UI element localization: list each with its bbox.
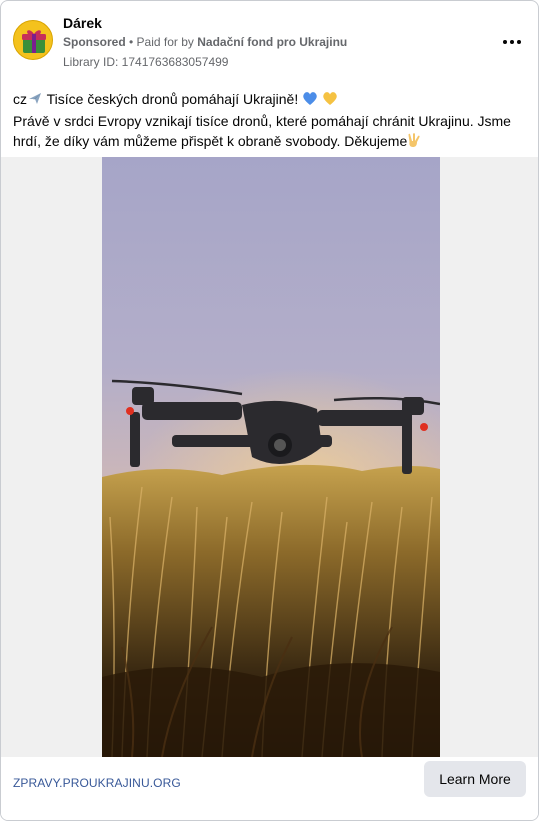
ad-headline: Tisíce českých dronů pomáhají Ukrajině! bbox=[43, 91, 303, 107]
destination-link[interactable]: ZPRAVY.PROUKRAJINU.ORG bbox=[13, 776, 181, 790]
funder-name[interactable]: Nadační fond pro Ukrajinu bbox=[197, 35, 347, 49]
learn-more-button[interactable]: Learn More bbox=[424, 761, 526, 797]
more-options-icon[interactable] bbox=[498, 33, 526, 51]
paid-for-prefix: • Paid for by bbox=[125, 35, 198, 49]
library-id: Library ID: 1741763683057499 bbox=[63, 55, 229, 69]
ad-footer: ZPRAVY.PROUKRAJINU.ORG Learn More bbox=[1, 757, 538, 820]
gift-icon bbox=[22, 30, 46, 53]
ad-body-text: cz Tisíce českých dronů pomáhají Ukrajin… bbox=[13, 89, 520, 153]
victory-hand-emoji-icon bbox=[407, 132, 421, 153]
blue-heart-emoji-icon bbox=[302, 91, 318, 111]
page-name[interactable]: Dárek bbox=[63, 15, 102, 31]
sponsored-label: Sponsored bbox=[63, 35, 126, 49]
ad-media[interactable] bbox=[1, 157, 538, 757]
ad-card: Dárek Sponsored • Paid for by Nadační fo… bbox=[0, 0, 539, 821]
sponsored-line: Sponsored • Paid for by Nadační fond pro… bbox=[63, 35, 347, 49]
ad-text-line-1: cz Tisíce českých dronů pomáhají Ukrajin… bbox=[13, 89, 520, 111]
ad-text-line-2: Právě v srdci Evropy vznikají tisíce dro… bbox=[13, 111, 520, 153]
ad-header: Dárek Sponsored • Paid for by Nadační fo… bbox=[13, 13, 526, 73]
country-prefix: cz bbox=[13, 91, 27, 107]
drone-video[interactable] bbox=[102, 157, 440, 757]
yellow-heart-emoji-icon bbox=[322, 91, 338, 111]
page-avatar[interactable] bbox=[13, 20, 53, 60]
airplane-emoji-icon bbox=[27, 90, 43, 111]
drone-over-field-image bbox=[102, 157, 440, 757]
ad-description: Právě v srdci Evropy vznikají tisíce dro… bbox=[13, 113, 511, 149]
